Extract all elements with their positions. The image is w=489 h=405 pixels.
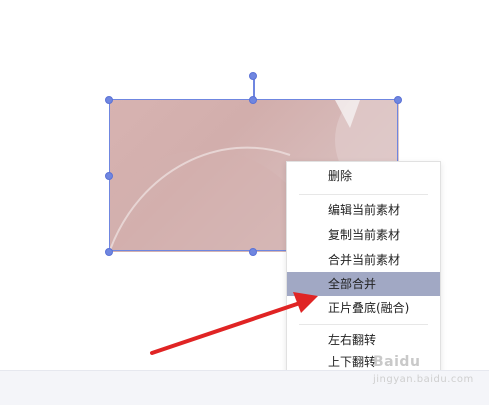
red-arrow-annotation bbox=[150, 292, 318, 355]
canvas-area[interactable]: 删除 编辑当前素材 复制当前素材 合并当前素材 全部合并 正片叠底(融合) 左右… bbox=[0, 0, 489, 373]
watermark-logo: Baidu jingyan.baidu.com bbox=[373, 354, 474, 385]
watermark-suffix: jingyan.baidu.com bbox=[373, 374, 474, 385]
